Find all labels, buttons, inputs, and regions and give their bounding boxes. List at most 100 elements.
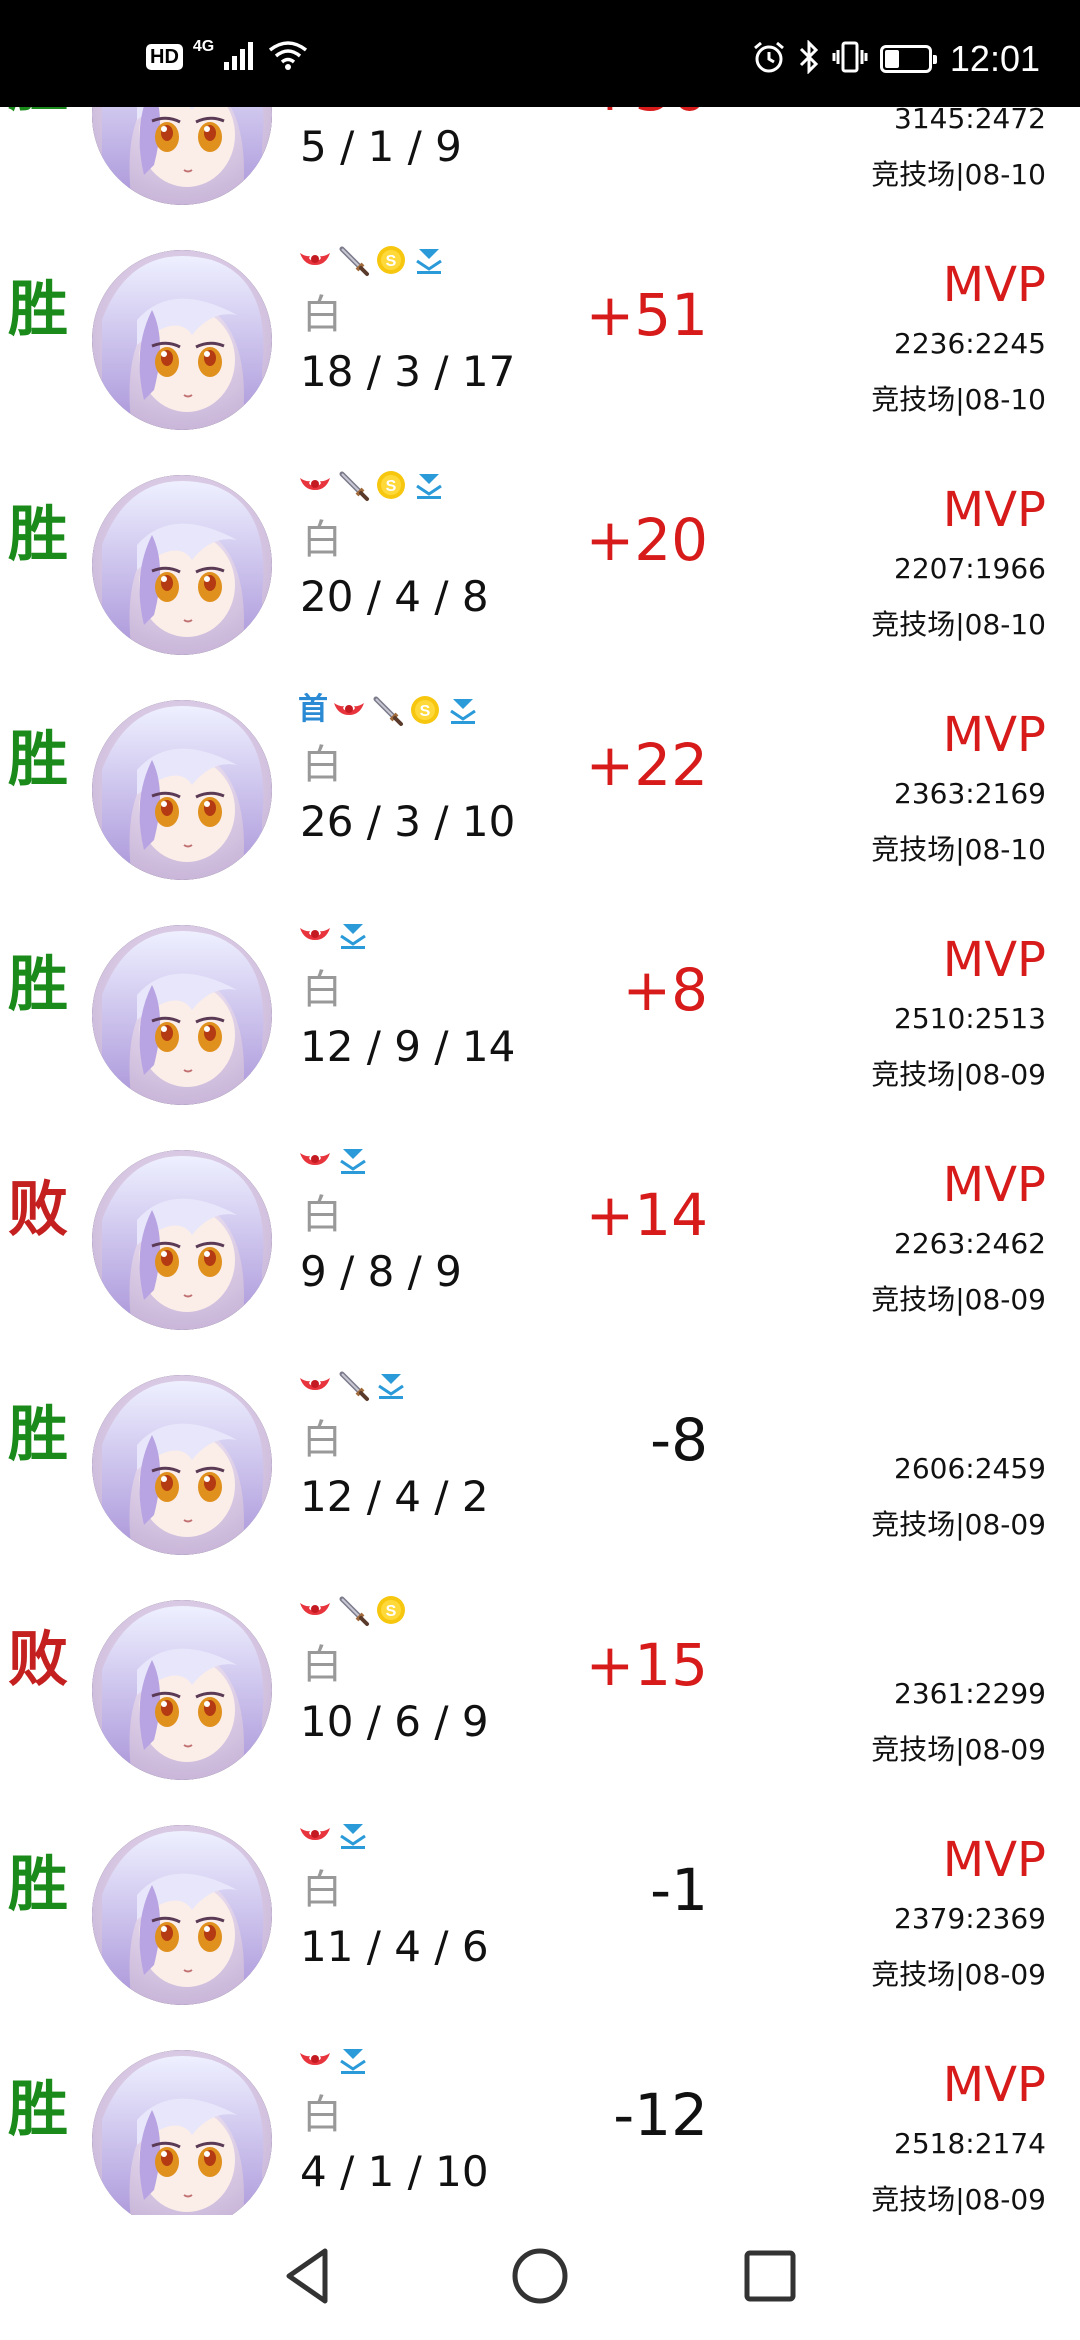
coin-badge-icon: S [374, 468, 408, 502]
match-mode-date: 竞技场|08-10 [871, 608, 1046, 641]
hero-avatar[interactable] [92, 250, 272, 430]
match-score: 3145:2472 [894, 107, 1046, 135]
diamond-badge-icon [412, 243, 446, 277]
wings-badge-icon [332, 693, 366, 727]
match-result: 胜 [8, 1850, 68, 1920]
coin-badge-icon: S [408, 693, 442, 727]
svg-text:S: S [420, 703, 431, 720]
match-mode-date: 竞技场|08-09 [871, 1283, 1046, 1316]
diamond-badge-icon [336, 918, 370, 952]
sword-badge-icon [370, 693, 404, 727]
hero-name: 白 [302, 1192, 342, 1238]
diamond-badge-icon [336, 2043, 370, 2077]
match-mode-date: 竞技场|08-09 [871, 1508, 1046, 1541]
hero-avatar[interactable] [92, 475, 272, 655]
kda: 18 / 3 / 17 [300, 347, 516, 396]
mvp-label: MVP [942, 932, 1046, 988]
match-score: 2263:2462 [894, 1227, 1046, 1260]
bluetooth-icon [798, 39, 820, 78]
kda: 9 / 8 / 9 [300, 1247, 462, 1296]
match-row[interactable]: 胜 白 5 / 1 / 9 +30 3145:2472 竞技场|08-10 [0, 107, 1080, 215]
wings-badge-icon [298, 1143, 332, 1177]
hero-avatar[interactable] [92, 1375, 272, 1555]
hero-name: 白 [302, 107, 342, 115]
achievement-badges: S [298, 467, 446, 503]
navigation-bar [0, 2215, 1080, 2340]
achievement-badges [298, 917, 370, 953]
match-result: 败 [8, 1175, 68, 1245]
hero-avatar[interactable] [92, 1600, 272, 1780]
hero-name: 白 [302, 2092, 342, 2138]
hero-name: 白 [302, 1417, 342, 1463]
match-result: 胜 [8, 2075, 68, 2145]
match-result: 胜 [8, 107, 68, 125]
match-row[interactable]: 败 白 9 / 8 / 9 +14 MVP 2263:2462 竞技场|08-0… [0, 1115, 1080, 1340]
hero-name: 白 [302, 517, 342, 563]
kda: 12 / 4 / 2 [300, 1472, 489, 1521]
match-row[interactable]: 败 S 白 10 / 6 / 9 +15 2361:2299 竞技场|08-09 [0, 1565, 1080, 1790]
diamond-badge-icon [336, 1818, 370, 1852]
rating-change: +15 [585, 1631, 708, 1699]
wings-badge-icon [298, 918, 332, 952]
match-row[interactable]: 胜 白 12 / 9 / 14 +8 MVP 2510:2513 竞技场|08-… [0, 890, 1080, 1115]
hero-name: 白 [302, 967, 342, 1013]
mvp-label: MVP [942, 2057, 1046, 2113]
match-row[interactable]: 胜 S 白 20 / 4 / 8 +20 MVP 2207:1966 竞技场|0… [0, 440, 1080, 665]
mvp-label: MVP [942, 482, 1046, 538]
coin-badge-icon: S [374, 243, 408, 277]
match-score: 2510:2513 [894, 1002, 1046, 1035]
rating-change: -1 [650, 1856, 708, 1924]
mvp-label: MVP [942, 707, 1046, 763]
wings-badge-icon [298, 1818, 332, 1852]
rating-change: -12 [613, 2081, 708, 2149]
alarm-icon [752, 40, 786, 78]
home-icon[interactable] [505, 2241, 575, 2311]
match-mode-date: 竞技场|08-10 [871, 833, 1046, 866]
hero-avatar[interactable] [92, 1825, 272, 2005]
vibrate-icon [832, 40, 868, 78]
status-bar-left: HD 4G [146, 38, 308, 74]
match-mode-date: 竞技场|08-10 [871, 383, 1046, 416]
match-mode-date: 竞技场|08-10 [871, 158, 1046, 191]
mvp-label: MVP [942, 257, 1046, 313]
match-row[interactable]: 胜 白 12 / 4 / 2 -8 2606:2459 竞技场|08-09 [0, 1340, 1080, 1565]
svg-text:S: S [386, 253, 397, 270]
wings-badge-icon [298, 243, 332, 277]
kda: 10 / 6 / 9 [300, 1697, 489, 1746]
rating-change: +51 [585, 281, 708, 349]
diamond-badge-icon [412, 468, 446, 502]
match-history-list[interactable]: 胜 白 5 / 1 / 9 +30 3145:2472 竞技场|08-10 胜 [0, 107, 1080, 2215]
achievement-badges [298, 1367, 408, 1403]
kda: 11 / 4 / 6 [300, 1922, 489, 1971]
match-score: 2361:2299 [894, 1677, 1046, 1710]
match-mode-date: 竞技场|08-09 [871, 1733, 1046, 1766]
match-result: 胜 [8, 275, 68, 345]
rating-change: +22 [585, 731, 708, 799]
recents-icon[interactable] [735, 2241, 805, 2311]
achievement-badges: 首S [298, 692, 480, 728]
network-type: 4G [192, 38, 215, 55]
wings-badge-icon [298, 468, 332, 502]
sword-badge-icon [336, 1593, 370, 1627]
back-icon[interactable] [273, 2241, 343, 2311]
status-bar: HD 4G 12:01 [0, 0, 1080, 107]
hero-name: 白 [302, 292, 342, 338]
hero-avatar[interactable] [92, 1150, 272, 1330]
match-score: 2606:2459 [894, 1452, 1046, 1485]
hero-avatar[interactable] [92, 2050, 272, 2215]
match-row[interactable]: 胜 首S 白 26 / 3 / 10 +22 MVP 2363:2169 竞技场… [0, 665, 1080, 890]
match-score: 2363:2169 [894, 777, 1046, 810]
status-bar-right: 12:01 [752, 39, 1040, 78]
wifi-icon [268, 40, 308, 74]
match-row[interactable]: 胜 S 白 18 / 3 / 17 +51 MVP 2236:2245 竞技场|… [0, 215, 1080, 440]
diamond-badge-icon [336, 1143, 370, 1177]
match-score: 2379:2369 [894, 1902, 1046, 1935]
hero-avatar[interactable] [92, 925, 272, 1105]
hero-avatar[interactable] [92, 700, 272, 880]
match-row[interactable]: 胜 白 4 / 1 / 10 -12 MVP 2518:2174 竞技场|08-… [0, 2015, 1080, 2215]
match-row[interactable]: 胜 白 11 / 4 / 6 -1 MVP 2379:2369 竞技场|08-0… [0, 1790, 1080, 2015]
match-result: 胜 [8, 950, 68, 1020]
hero-avatar[interactable] [92, 107, 272, 205]
coin-badge-icon: S [374, 1593, 408, 1627]
achievement-badges [298, 2042, 370, 2078]
